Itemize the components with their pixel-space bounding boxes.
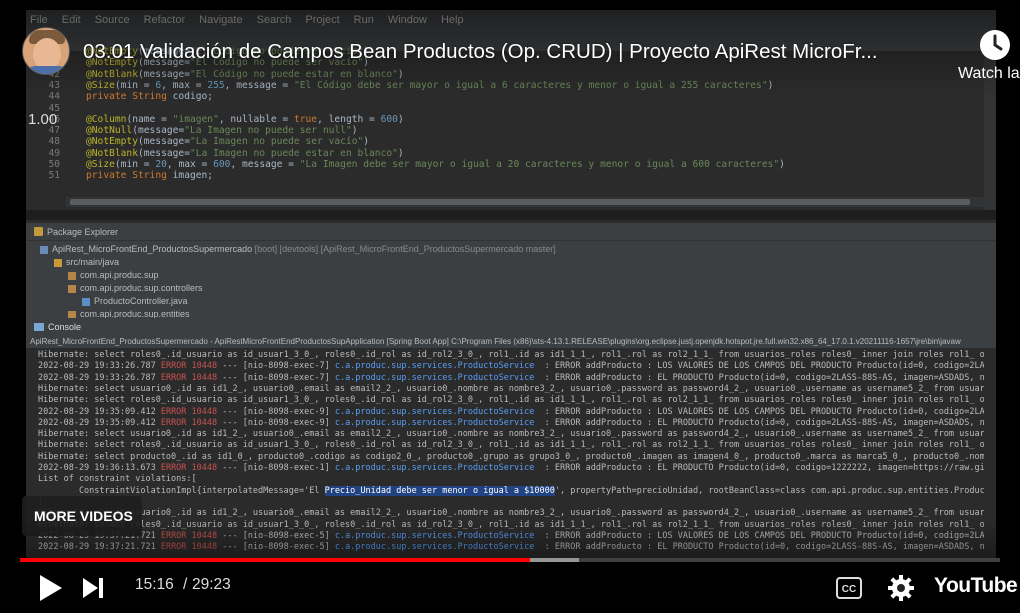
code-text: @NotEmpty(message="La Imagen no puede se… xyxy=(86,136,370,148)
console-line: 2022-08-29 19:35:09.412 ERROR 10448 --- … xyxy=(38,406,984,417)
package-icon xyxy=(68,284,76,293)
next-icon[interactable] xyxy=(80,575,106,601)
line-number: 50 xyxy=(48,159,60,170)
package-icon xyxy=(34,227,43,236)
folder-icon xyxy=(54,258,62,267)
console-line: Hibernate: select roles0_.id_usuario as … xyxy=(38,440,984,451)
code-line: 47 @NotNull(message="La Imagen no puede s… xyxy=(26,125,984,136)
console-icon xyxy=(34,322,44,331)
tree-item-package: com.api.produc.sup.controllers xyxy=(68,282,203,295)
code-line: 50 @Size(min = 20, max = 600, message = "… xyxy=(26,159,984,170)
channel-avatar[interactable] xyxy=(22,27,70,75)
code-text: @NotBlank(message="La Imagen no puede es… xyxy=(86,147,404,159)
watch-later-label[interactable]: Watch la xyxy=(958,65,1020,83)
code-text: @NotNull(message="La Imagen no puede ser… xyxy=(86,125,358,137)
svg-text:CC: CC xyxy=(842,584,856,595)
playback-speed-overlay: 1.00 xyxy=(28,111,58,128)
console-line: List of constraint violations:[ xyxy=(38,474,197,485)
progress-bar[interactable] xyxy=(20,558,1000,562)
package-explorer-tab: Package Explorer xyxy=(47,226,119,237)
console-line: Hibernate: select usuario0_.id as id1_2_… xyxy=(38,429,984,440)
package-icon xyxy=(68,271,76,280)
console-line: Hibernate: select usuario0_.id as id1_2_… xyxy=(38,383,984,394)
console-line: 2022-08-29 19:35:09.412 ERROR 10448 --- … xyxy=(38,417,984,428)
editor-divider xyxy=(26,210,996,220)
project-node: ApiRest_MicroFrontEnd_ProductosSupermerc… xyxy=(40,243,556,256)
gear-icon[interactable] xyxy=(886,573,916,603)
console-line: 2022-08-29 19:36:13.673 ERROR 10448 --- … xyxy=(38,463,984,473)
tree-item-src: src/main/java xyxy=(54,256,119,269)
console-line: Hibernate: select producto0_.id as id1_0… xyxy=(38,451,984,462)
tree-item-package: com.api.produc.sup xyxy=(68,269,159,282)
console-line: Hibernate: select usuario0_.id as id1_2_… xyxy=(38,508,984,519)
console-line: Hibernate: select roles0_.id_usuario as … xyxy=(38,350,984,360)
console-line: Hibernate: select roles0_.id_usuario as … xyxy=(38,395,984,406)
console-line: ConstraintViolationImpl{interpolatedMess… xyxy=(38,485,984,496)
project-icon xyxy=(40,245,48,254)
java-file-icon xyxy=(82,297,90,306)
package-explorer-panel: Package Explorer ApiRest_MicroFrontEnd_P… xyxy=(26,223,996,319)
code-text: @Size(min = 20, max = 600, message = "La… xyxy=(86,159,785,170)
video-player[interactable]: FileEditSourceRefactorNavigateSearchProj… xyxy=(0,0,1020,613)
tree-item-file: ProductoController.java xyxy=(82,295,188,308)
code-line: 51 private String imagen; xyxy=(26,170,984,181)
console-tab: Console xyxy=(48,321,82,332)
editor-horizontal-scrollbar xyxy=(66,197,984,207)
progress-played xyxy=(20,558,530,562)
code-line: 46 @Column(name = "imagen", nullable = tr… xyxy=(26,114,984,125)
console-header: Console xyxy=(26,318,996,335)
console-process-path: ApiRest_MicroFrontEnd_ProductosSupermerc… xyxy=(26,335,996,348)
line-number: 48 xyxy=(48,136,60,148)
code-line: 45 xyxy=(26,103,984,114)
code-text: private String imagen; xyxy=(86,170,214,182)
player-controls: 15:16 / 29:23 CC YouTube xyxy=(0,565,1020,613)
time-separator: / xyxy=(183,576,188,593)
duration: 29:23 xyxy=(192,576,231,593)
code-line: 49 @NotBlank(message="La Imagen no puede … xyxy=(26,148,984,159)
video-title[interactable]: 03.01 Validación de Campos Bean Producto… xyxy=(83,40,943,64)
captions-icon[interactable]: CC xyxy=(836,577,862,599)
code-line: 48 @NotEmpty(message="La Imagen no puede … xyxy=(26,136,984,147)
youtube-logo[interactable]: YouTube xyxy=(934,574,1018,598)
code-text: @Column(name = "imagen", nullable = true… xyxy=(86,113,404,125)
play-icon[interactable] xyxy=(36,573,64,603)
console-line: 2022-08-29 19:33:26.787 ERROR 10448 --- … xyxy=(38,361,984,372)
console-line: 2022-08-29 19:33:26.787 ERROR 10448 --- … xyxy=(38,372,984,383)
line-number: 51 xyxy=(48,170,60,182)
clock-icon[interactable] xyxy=(978,28,1012,62)
package-explorer-header: Package Explorer xyxy=(26,223,996,241)
line-number: 49 xyxy=(48,147,60,159)
current-time: 15:16 xyxy=(135,576,174,593)
